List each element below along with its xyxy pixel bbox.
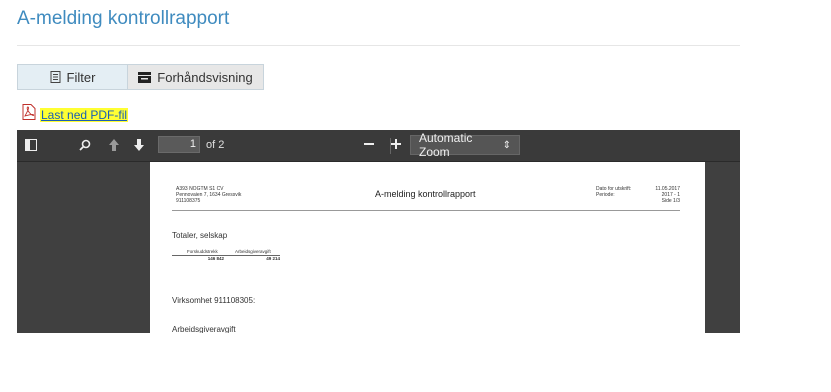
next-page-icon[interactable]: [134, 136, 144, 154]
previous-page-icon[interactable]: [109, 136, 119, 154]
page-number-input[interactable]: 1: [158, 136, 200, 153]
page-count: of 2: [206, 139, 225, 151]
company-line-3: 911108375: [176, 198, 201, 204]
document-title: A-melding kontrollrapport: [375, 189, 476, 199]
download-pdf-label[interactable]: Last ned PDF-fil: [40, 107, 129, 122]
pdf-toolbar: 1 of 2 Automatic Zoom ⇕: [17, 130, 740, 162]
meta-value-page: Side 1/3: [661, 198, 680, 204]
col-header-arbeidsgiveravgift: Arbeidsgiveravgift: [235, 249, 271, 254]
header-rule: [172, 210, 680, 211]
download-pdf-link[interactable]: Last ned PDF-fil: [22, 104, 129, 125]
section-arbeidsgiveravgift: Arbeidsgiveravgift: [172, 325, 236, 333]
document-icon: [50, 71, 61, 83]
page-title: A-melding kontrollrapport: [17, 8, 230, 29]
tab-preview-label: Forhåndsvisning: [157, 69, 253, 85]
chevron-updown-icon: ⇕: [502, 139, 511, 151]
zoom-select[interactable]: Automatic Zoom ⇕: [410, 131, 520, 159]
sidebar-toggle-icon[interactable]: [25, 136, 37, 154]
zoom-select-value: Automatic Zoom: [419, 131, 473, 159]
pdf-icon: [22, 104, 36, 125]
search-icon[interactable]: [79, 136, 91, 154]
col-header-forskuddstrekk: Forskuddstrekk: [187, 249, 218, 254]
meta-label-period: Periode:: [596, 192, 615, 198]
zoom-out-icon[interactable]: [364, 135, 374, 153]
section-totals: Totaler, selskap: [172, 231, 228, 240]
tab-preview[interactable]: Forhåndsvisning: [127, 64, 264, 90]
section-virksomhet: Virksomhet 911108305:: [172, 296, 256, 305]
tab-filter[interactable]: Filter: [17, 64, 127, 90]
pdf-viewer: 1 of 2 Automatic Zoom ⇕ A393 NOGTM S1 CV…: [17, 130, 740, 333]
tab-filter-label: Filter: [66, 69, 96, 85]
value-arbeidsgiveravgift: 49 214: [266, 256, 280, 261]
print-preview-icon: [138, 71, 152, 83]
zoom-in-icon[interactable]: [391, 135, 401, 153]
pdf-page: A393 NOGTM S1 CV Pennovaien 7, 1634 Gres…: [150, 162, 705, 333]
title-divider: [17, 45, 740, 46]
value-forskuddstrekk: 146 842: [207, 256, 224, 261]
view-tabs: Filter Forhåndsvisning: [17, 64, 264, 90]
